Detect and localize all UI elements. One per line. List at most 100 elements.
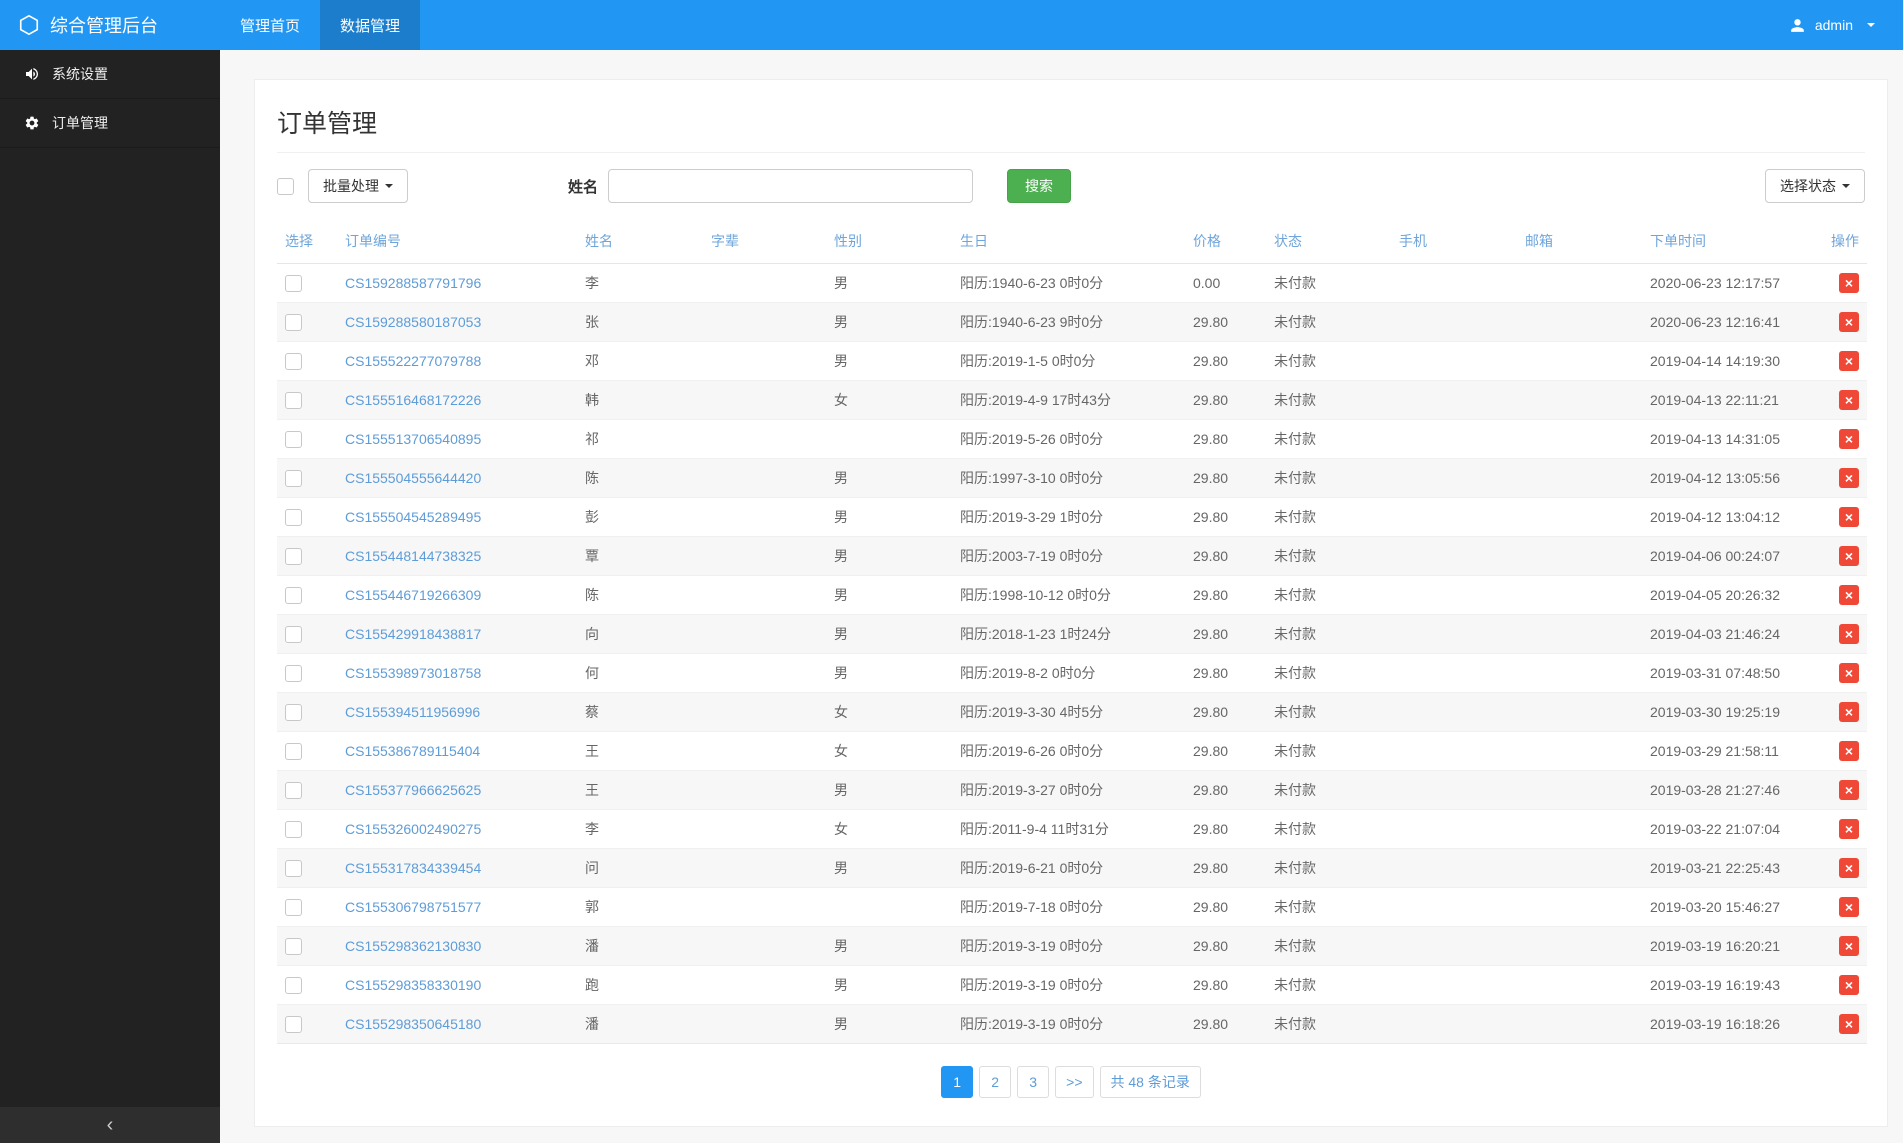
sidebar-item-system-settings[interactable]: 系统设置 — [0, 50, 220, 99]
order-number-link[interactable]: CS155446719266309 — [345, 587, 481, 603]
order-number-link[interactable]: CS155394511956996 — [345, 704, 480, 720]
row-checkbox[interactable] — [285, 898, 302, 916]
row-checkbox[interactable] — [285, 274, 302, 292]
row-checkbox[interactable] — [285, 430, 302, 448]
gender-cell: 男 — [826, 926, 952, 966]
sidebar-collapse-button[interactable]: ‹ — [0, 1107, 220, 1143]
order-number-link[interactable]: CS155429918438817 — [345, 626, 481, 642]
order-number-link[interactable]: CS155306798751577 — [345, 899, 481, 915]
row-checkbox[interactable] — [285, 625, 302, 643]
name-cell: 问 — [577, 848, 703, 888]
phone-cell — [1391, 653, 1517, 693]
delete-button[interactable]: × — [1839, 546, 1859, 566]
user-menu[interactable]: admin — [1760, 0, 1903, 50]
sidebar-item-order-management[interactable]: 订单管理 — [0, 99, 220, 148]
nav-item-data[interactable]: 数据管理 — [320, 0, 421, 50]
order-number-link[interactable]: CS155448144738325 — [345, 548, 481, 564]
delete-button[interactable]: × — [1839, 468, 1859, 488]
order-number-link[interactable]: CS155398973018758 — [345, 665, 481, 681]
status-filter-button[interactable]: 选择状态 — [1765, 169, 1865, 203]
delete-button[interactable]: × — [1839, 741, 1859, 761]
actions-cell: × — [1810, 575, 1867, 615]
row-checkbox[interactable] — [285, 469, 302, 487]
order-number-link[interactable]: CS159288587791796 — [345, 275, 481, 291]
select-cell — [277, 965, 337, 1005]
delete-button[interactable]: × — [1839, 624, 1859, 644]
row-checkbox[interactable] — [285, 703, 302, 721]
delete-button[interactable]: × — [1839, 975, 1859, 995]
top-navbar: 综合管理后台 管理首页 数据管理 admin — [0, 0, 1903, 50]
name-search-input[interactable] — [608, 169, 974, 203]
phone-cell — [1391, 341, 1517, 381]
order-number-link[interactable]: CS155522277079788 — [345, 353, 481, 369]
header-status: 状态 — [1266, 219, 1391, 264]
order-number-link[interactable]: CS155386789115404 — [345, 743, 480, 759]
delete-button[interactable]: × — [1839, 936, 1859, 956]
order-no-cell: CS159288587791796 — [337, 264, 577, 303]
delete-button[interactable]: × — [1839, 819, 1859, 839]
page-button-3[interactable]: 3 — [1017, 1066, 1050, 1098]
order-number-link[interactable]: CS159288580187053 — [345, 314, 481, 330]
order-number-link[interactable]: CS155326002490275 — [345, 821, 481, 837]
toolbar: 批量处理 姓名 搜索 选择状态 — [277, 169, 1865, 203]
order-time-cell: 2019-04-12 13:04:12 — [1642, 497, 1810, 537]
delete-button[interactable]: × — [1839, 897, 1859, 917]
order-number-link[interactable]: CS155516468172226 — [345, 392, 481, 408]
row-checkbox[interactable] — [285, 313, 302, 331]
email-cell — [1517, 497, 1642, 537]
status-cell: 未付款 — [1266, 1004, 1391, 1044]
delete-button[interactable]: × — [1839, 390, 1859, 410]
delete-button[interactable]: × — [1839, 702, 1859, 722]
order-number-link[interactable]: CS155317834339454 — [345, 860, 481, 876]
delete-button[interactable]: × — [1839, 663, 1859, 683]
delete-button[interactable]: × — [1839, 858, 1859, 878]
zibei-cell — [703, 302, 826, 342]
delete-button[interactable]: × — [1839, 351, 1859, 371]
row-checkbox[interactable] — [285, 976, 302, 994]
price-cell: 29.80 — [1185, 419, 1266, 459]
order-number-link[interactable]: CS155377966625625 — [345, 782, 481, 798]
row-checkbox[interactable] — [285, 820, 302, 838]
delete-button[interactable]: × — [1839, 312, 1859, 332]
row-checkbox[interactable] — [285, 664, 302, 682]
zibei-cell — [703, 692, 826, 732]
row-checkbox[interactable] — [285, 1015, 302, 1033]
order-number-link[interactable]: CS155504545289495 — [345, 509, 481, 525]
nav-item-home[interactable]: 管理首页 — [220, 0, 320, 50]
batch-action-button[interactable]: 批量处理 — [308, 169, 408, 203]
actions-cell: × — [1810, 848, 1867, 888]
row-checkbox[interactable] — [285, 781, 302, 799]
page-button-2[interactable]: 2 — [979, 1066, 1012, 1098]
select-all-checkbox[interactable] — [277, 177, 294, 195]
delete-button[interactable]: × — [1839, 273, 1859, 293]
email-cell — [1517, 458, 1642, 498]
row-checkbox[interactable] — [285, 391, 302, 409]
zibei-cell — [703, 497, 826, 537]
row-checkbox[interactable] — [285, 547, 302, 565]
order-time-cell: 2019-03-31 07:48:50 — [1642, 653, 1810, 693]
order-number-link[interactable]: CS155298362130830 — [345, 938, 481, 954]
name-cell: 跑 — [577, 965, 703, 1005]
delete-button[interactable]: × — [1839, 585, 1859, 605]
order-number-link[interactable]: CS155298350645180 — [345, 1016, 481, 1032]
row-checkbox[interactable] — [285, 508, 302, 526]
order-number-link[interactable]: CS155298358330190 — [345, 977, 481, 993]
row-checkbox[interactable] — [285, 586, 302, 604]
order-number-link[interactable]: CS155513706540895 — [345, 431, 481, 447]
row-checkbox[interactable] — [285, 937, 302, 955]
row-checkbox[interactable] — [285, 742, 302, 760]
row-checkbox[interactable] — [285, 859, 302, 877]
delete-button[interactable]: × — [1839, 507, 1859, 527]
birthday-cell: 阳历:2019-3-19 0时0分 — [952, 926, 1185, 966]
page-button-1[interactable]: 1 — [941, 1066, 974, 1098]
row-checkbox[interactable] — [285, 352, 302, 370]
table-row: CS155298350645180 潘 男 阳历:2019-3-19 0时0分 … — [277, 1004, 1867, 1044]
page-button-next[interactable]: >> — [1055, 1066, 1094, 1098]
delete-button[interactable]: × — [1839, 1014, 1859, 1034]
order-number-link[interactable]: CS155504555644420 — [345, 470, 481, 486]
search-button[interactable]: 搜索 — [1007, 169, 1072, 203]
delete-button[interactable]: × — [1839, 780, 1859, 800]
close-icon: × — [1844, 392, 1854, 408]
delete-button[interactable]: × — [1839, 429, 1859, 449]
gender-cell — [826, 887, 952, 927]
